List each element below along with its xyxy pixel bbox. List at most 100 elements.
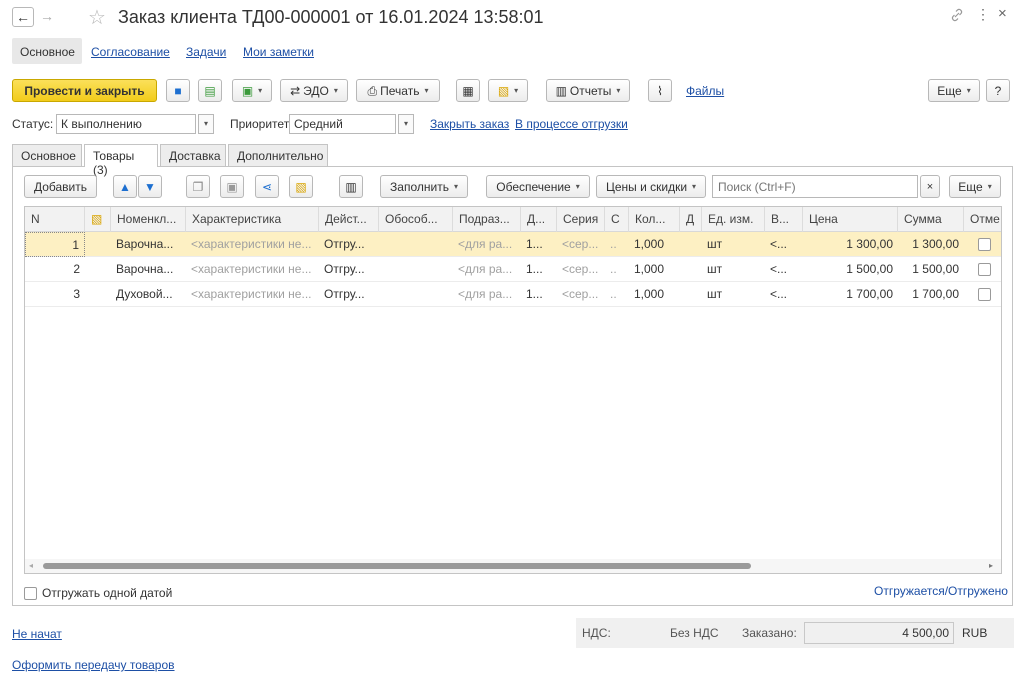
move-up-button[interactable]: ▲ bbox=[113, 175, 137, 198]
cell-nomenclature[interactable]: Варочна... bbox=[111, 257, 186, 282]
move-down-button[interactable]: ▼ bbox=[138, 175, 162, 198]
search-input[interactable] bbox=[712, 175, 918, 198]
cell-mark[interactable] bbox=[964, 232, 1001, 257]
mark-checkbox[interactable] bbox=[977, 288, 991, 302]
cell-price[interactable]: 1 500,00 bbox=[803, 257, 898, 282]
cell-sum[interactable]: 1 700,00 bbox=[898, 282, 964, 307]
col-series[interactable]: Серия bbox=[557, 207, 605, 232]
barcode-button[interactable]: ▥ bbox=[339, 175, 363, 198]
cell-characteristic[interactable]: <характеристики не... bbox=[186, 257, 319, 282]
scrollbar-thumb[interactable] bbox=[43, 563, 751, 569]
paste-button[interactable]: ▣ bbox=[220, 175, 244, 198]
cell-quantity[interactable]: 1,000 bbox=[629, 232, 680, 257]
tab-tasks[interactable]: Задачи bbox=[186, 45, 226, 59]
cell-d[interactable] bbox=[680, 232, 702, 257]
prices-discounts-button[interactable]: Цены и скидки ▾ bbox=[596, 175, 706, 198]
cell-separate[interactable] bbox=[379, 282, 453, 307]
document-button[interactable]: ▦ bbox=[456, 79, 480, 102]
cell-v[interactable]: <... bbox=[765, 257, 803, 282]
scroll-left-icon[interactable]: ◂ bbox=[29, 561, 33, 570]
cell-characteristic[interactable]: <характеристики не... bbox=[186, 232, 319, 257]
cell-sum[interactable]: 1 300,00 bbox=[898, 232, 964, 257]
more-button[interactable]: Еще ▾ bbox=[928, 79, 980, 102]
structure-button[interactable]: ▧ ▾ bbox=[488, 79, 528, 102]
col-action[interactable]: Дейст... bbox=[319, 207, 379, 232]
table-row[interactable]: 2 Варочна... <характеристики не... Отгру...… bbox=[25, 257, 1001, 282]
cell-v[interactable]: <... bbox=[765, 232, 803, 257]
tab-goods[interactable]: Товары (3) bbox=[84, 144, 158, 177]
post-button[interactable]: ▤ bbox=[198, 79, 222, 102]
col-sum[interactable]: Сумма bbox=[898, 207, 964, 232]
cell-unit[interactable]: шт bbox=[702, 232, 765, 257]
tab-delivery[interactable]: Доставка bbox=[160, 144, 226, 166]
cell-quantity[interactable]: 1,000 bbox=[629, 257, 680, 282]
copy-row-button[interactable]: ❐ bbox=[186, 175, 210, 198]
col-icon[interactable]: ▧ bbox=[85, 207, 111, 232]
col-n[interactable]: N bbox=[25, 207, 85, 232]
priority-select[interactable]: Средний bbox=[289, 114, 396, 134]
post-and-close-button[interactable]: Провести и закрыть bbox=[12, 79, 157, 102]
print-button[interactable]: ⎙ Печать ▾ bbox=[356, 79, 440, 102]
mark-checkbox[interactable] bbox=[977, 238, 991, 252]
table-row[interactable]: 3 Духовой... <характеристики не... Отгру...… bbox=[25, 282, 1001, 307]
supply-button[interactable]: Обеспечение ▾ bbox=[486, 175, 590, 198]
tab-my-notes[interactable]: Мои заметки bbox=[243, 45, 314, 59]
reports-button[interactable]: ▥ Отчеты ▾ bbox=[546, 79, 630, 102]
cell-series[interactable]: <сер... bbox=[557, 282, 605, 307]
tab-main[interactable]: Основное bbox=[20, 45, 75, 59]
cell-mark[interactable] bbox=[964, 282, 1001, 307]
cell-d[interactable] bbox=[680, 257, 702, 282]
grid-more-button[interactable]: Еще ▾ bbox=[949, 175, 1001, 198]
edo-button[interactable]: ⇄ ЭДО ▾ bbox=[280, 79, 348, 102]
col-date[interactable]: Д... bbox=[521, 207, 557, 232]
cell-action[interactable]: Отгру... bbox=[319, 232, 379, 257]
cell-icon[interactable] bbox=[85, 282, 111, 307]
col-v[interactable]: В... bbox=[765, 207, 803, 232]
cell-icon[interactable] bbox=[85, 257, 111, 282]
back-button[interactable]: ← bbox=[12, 7, 34, 27]
help-button[interactable]: ? bbox=[986, 79, 1010, 102]
goods-table[interactable]: N ▧ Номенкл... Характеристика Дейст... О… bbox=[24, 206, 1002, 574]
cell-n[interactable]: 3 bbox=[25, 282, 85, 307]
ship-one-date-option[interactable]: Отгружать одной датой bbox=[24, 586, 172, 600]
col-characteristic[interactable]: Характеристика bbox=[186, 207, 319, 232]
col-quantity[interactable]: Кол... bbox=[629, 207, 680, 232]
cell-nomenclature[interactable]: Духовой... bbox=[111, 282, 186, 307]
cell-series[interactable]: <сер... bbox=[557, 232, 605, 257]
clear-search-button[interactable]: × bbox=[920, 175, 940, 198]
col-s[interactable]: С bbox=[605, 207, 629, 232]
cell-mark[interactable] bbox=[964, 257, 1001, 282]
cell-d[interactable] bbox=[680, 282, 702, 307]
close-icon[interactable]: × bbox=[998, 5, 1007, 22]
cell-action[interactable]: Отгру... bbox=[319, 282, 379, 307]
status-dropdown-button[interactable]: ▾ bbox=[198, 114, 214, 134]
cell-division[interactable]: <для ра... bbox=[453, 257, 521, 282]
pick-button[interactable]: ▧ bbox=[289, 175, 313, 198]
more-icon[interactable]: ⋮ bbox=[976, 6, 990, 23]
cell-sum[interactable]: 1 500,00 bbox=[898, 257, 964, 282]
shipped-link[interactable]: Отгружается/Отгружено bbox=[874, 584, 1008, 598]
cell-price[interactable]: 1 300,00 bbox=[803, 232, 898, 257]
status-select[interactable]: К выполнению bbox=[56, 114, 196, 134]
tab-additional[interactable]: Дополнительно bbox=[228, 144, 328, 166]
files-link[interactable]: Файлы bbox=[686, 84, 724, 98]
cell-quantity[interactable]: 1,000 bbox=[629, 282, 680, 307]
link-icon[interactable] bbox=[950, 8, 964, 25]
tab-basic[interactable]: Основное bbox=[12, 144, 82, 166]
cell-s[interactable]: .. bbox=[605, 282, 629, 307]
tab-approval[interactable]: Согласование bbox=[91, 45, 170, 59]
close-order-link[interactable]: Закрыть заказ bbox=[430, 117, 509, 131]
cell-division[interactable]: <для ра... bbox=[453, 232, 521, 257]
cell-unit[interactable]: шт bbox=[702, 282, 765, 307]
ship-one-date-checkbox[interactable] bbox=[24, 586, 37, 600]
cell-s[interactable]: .. bbox=[605, 232, 629, 257]
cell-price[interactable]: 1 700,00 bbox=[803, 282, 898, 307]
fill-button[interactable]: Заполнить ▾ bbox=[380, 175, 468, 198]
split-button[interactable]: ⋖ bbox=[255, 175, 279, 198]
cell-n[interactable]: 2 bbox=[25, 257, 85, 282]
cell-icon[interactable] bbox=[85, 232, 111, 257]
cell-nomenclature[interactable]: Варочна... bbox=[111, 232, 186, 257]
forward-button[interactable]: → bbox=[36, 7, 58, 27]
not-started-link[interactable]: Не начат bbox=[12, 627, 62, 641]
cell-action[interactable]: Отгру... bbox=[319, 257, 379, 282]
